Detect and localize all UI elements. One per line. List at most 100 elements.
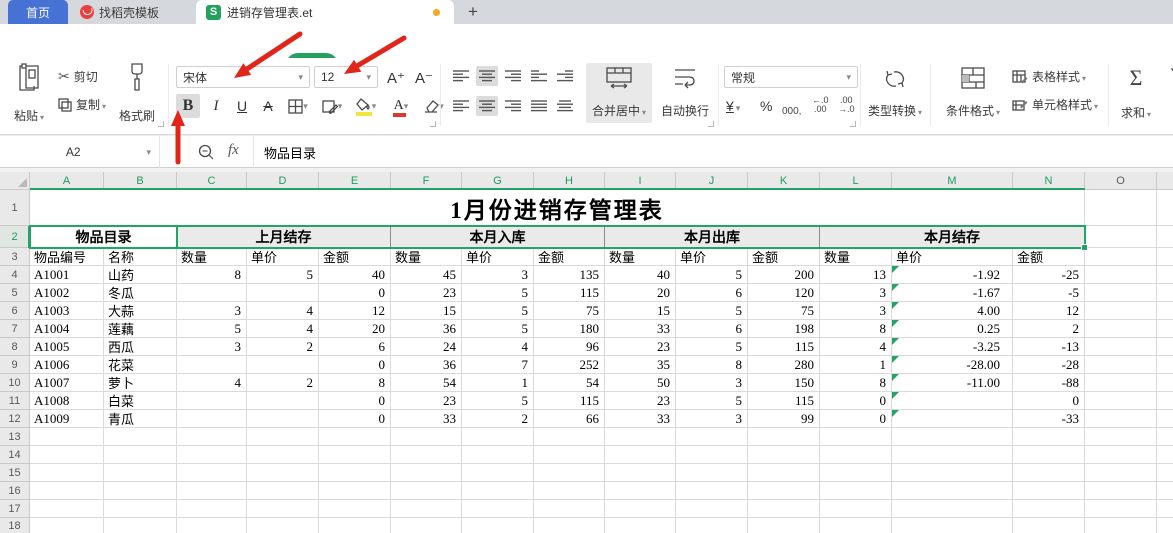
cell-E10[interactable]: 8 xyxy=(319,374,391,392)
cell-L3[interactable]: 数量 xyxy=(820,248,892,266)
cell-E4[interactable]: 40 xyxy=(319,266,391,284)
row-header-3[interactable]: 3 xyxy=(0,248,30,266)
cell-N9[interactable]: -28 xyxy=(1013,356,1085,374)
cell-M3[interactable]: 单价 xyxy=(892,248,1013,266)
cell-D3[interactable]: 单价 xyxy=(247,248,319,266)
cell-H11[interactable]: 115 xyxy=(534,392,605,410)
cell-A17[interactable] xyxy=(30,500,104,518)
cell-C3[interactable]: 数量 xyxy=(177,248,247,266)
cell-E15[interactable] xyxy=(319,464,391,482)
cell-style-button[interactable]: 单元格样式 ▾ xyxy=(1012,96,1098,113)
cell-E7[interactable]: 20 xyxy=(319,320,391,338)
cell-E11[interactable]: 0 xyxy=(319,392,391,410)
cell-A15[interactable] xyxy=(30,464,104,482)
font-size-select[interactable]: 12 ▾ xyxy=(314,66,378,88)
cell-N17[interactable] xyxy=(1013,500,1085,518)
cell-J13[interactable] xyxy=(676,428,748,446)
cell-F3[interactable]: 数量 xyxy=(391,248,462,266)
cell-F18[interactable] xyxy=(391,518,462,533)
cell-K10[interactable]: 150 xyxy=(748,374,820,392)
cell-C14[interactable] xyxy=(177,446,247,464)
cell-N3[interactable]: 金额 xyxy=(1013,248,1085,266)
font-color-button[interactable]: A ▾ xyxy=(386,94,416,118)
cell-C16[interactable] xyxy=(177,482,247,500)
cell-D18[interactable] xyxy=(247,518,319,533)
cell-J9[interactable]: 8 xyxy=(676,356,748,374)
cell-J4[interactable]: 5 xyxy=(676,266,748,284)
row-header-5[interactable]: 5 xyxy=(0,284,30,302)
formula-input[interactable]: 物品目录 xyxy=(253,136,1173,168)
cell-N7[interactable]: 2 xyxy=(1013,320,1085,338)
cell-A11[interactable]: A1008 xyxy=(30,392,104,410)
cell-O6[interactable] xyxy=(1085,302,1157,320)
row-header-11[interactable]: 11 xyxy=(0,392,30,410)
fx-button[interactable]: fx xyxy=(228,142,239,159)
cell-shading-button[interactable]: ▾ xyxy=(316,94,348,118)
cell-O4[interactable] xyxy=(1085,266,1157,284)
cell-J8[interactable]: 5 xyxy=(676,338,748,356)
cell-A4[interactable]: A1001 xyxy=(30,266,104,284)
cell-E5[interactable]: 0 xyxy=(319,284,391,302)
cell-group-4[interactable]: 本月出库 xyxy=(605,226,820,248)
merge-center-button[interactable]: 合并居中 ▾ xyxy=(586,63,652,123)
cell-O13[interactable] xyxy=(1085,428,1157,446)
number-format-select[interactable]: 常规 ▾ xyxy=(724,66,858,88)
cell-K16[interactable] xyxy=(748,482,820,500)
cell-J5[interactable]: 6 xyxy=(676,284,748,302)
cell-C11[interactable] xyxy=(177,392,247,410)
cell-A6[interactable]: A1003 xyxy=(30,302,104,320)
cell-N12[interactable]: -33 xyxy=(1013,410,1085,428)
cell-G7[interactable]: 5 xyxy=(462,320,534,338)
align-icon[interactable] xyxy=(528,96,550,116)
cell-F11[interactable]: 23 xyxy=(391,392,462,410)
col-header-O[interactable]: O xyxy=(1085,172,1157,190)
row-header-13[interactable]: 13 xyxy=(0,428,30,446)
cell-A10[interactable]: A1007 xyxy=(30,374,104,392)
cell-P7[interactable] xyxy=(1157,320,1173,338)
row-header-18[interactable]: 18 xyxy=(0,518,30,533)
cell-group-2[interactable]: 上月结存 xyxy=(177,226,391,248)
cell-B13[interactable] xyxy=(104,428,177,446)
cell-C7[interactable]: 5 xyxy=(177,320,247,338)
cell-G11[interactable]: 5 xyxy=(462,392,534,410)
cell-P14[interactable] xyxy=(1157,446,1173,464)
cell-E14[interactable] xyxy=(319,446,391,464)
cell-E12[interactable]: 0 xyxy=(319,410,391,428)
borders-button[interactable]: ▾ xyxy=(282,94,314,118)
cell-O8[interactable] xyxy=(1085,338,1157,356)
cell-group-1[interactable]: 物品目录 xyxy=(30,226,177,248)
cell-F7[interactable]: 36 xyxy=(391,320,462,338)
cell-B7[interactable]: 莲藕 xyxy=(104,320,177,338)
cell-M5[interactable]: -1.67 xyxy=(892,284,1013,302)
cell-D13[interactable] xyxy=(247,428,319,446)
cell-A16[interactable] xyxy=(30,482,104,500)
cell-N15[interactable] xyxy=(1013,464,1085,482)
cell-F15[interactable] xyxy=(391,464,462,482)
cell-A9[interactable]: A1006 xyxy=(30,356,104,374)
cell-P9[interactable] xyxy=(1157,356,1173,374)
cell-I11[interactable]: 23 xyxy=(605,392,676,410)
cell-J10[interactable]: 3 xyxy=(676,374,748,392)
cell-N6[interactable]: 12 xyxy=(1013,302,1085,320)
cell-K11[interactable]: 115 xyxy=(748,392,820,410)
cell-B10[interactable]: 萝卜 xyxy=(104,374,177,392)
cut-button[interactable]: ✂ 剪切 xyxy=(58,68,98,85)
cell-O17[interactable] xyxy=(1085,500,1157,518)
cell-J7[interactable]: 6 xyxy=(676,320,748,338)
cell-E6[interactable]: 12 xyxy=(319,302,391,320)
cell-K8[interactable]: 115 xyxy=(748,338,820,356)
fill-color-button[interactable]: ▾ xyxy=(350,94,382,118)
cell-F13[interactable] xyxy=(391,428,462,446)
cell-F16[interactable] xyxy=(391,482,462,500)
cell-P13[interactable] xyxy=(1157,428,1173,446)
cell-D9[interactable] xyxy=(247,356,319,374)
cell-N13[interactable] xyxy=(1013,428,1085,446)
align-icon[interactable] xyxy=(476,66,498,86)
cell-H13[interactable] xyxy=(534,428,605,446)
cell-B5[interactable]: 冬瓜 xyxy=(104,284,177,302)
percent-button[interactable]: % xyxy=(760,98,772,114)
cell-G9[interactable]: 7 xyxy=(462,356,534,374)
cell-G16[interactable] xyxy=(462,482,534,500)
cell-N4[interactable]: -25 xyxy=(1013,266,1085,284)
strikethrough-button[interactable]: A xyxy=(256,94,280,118)
